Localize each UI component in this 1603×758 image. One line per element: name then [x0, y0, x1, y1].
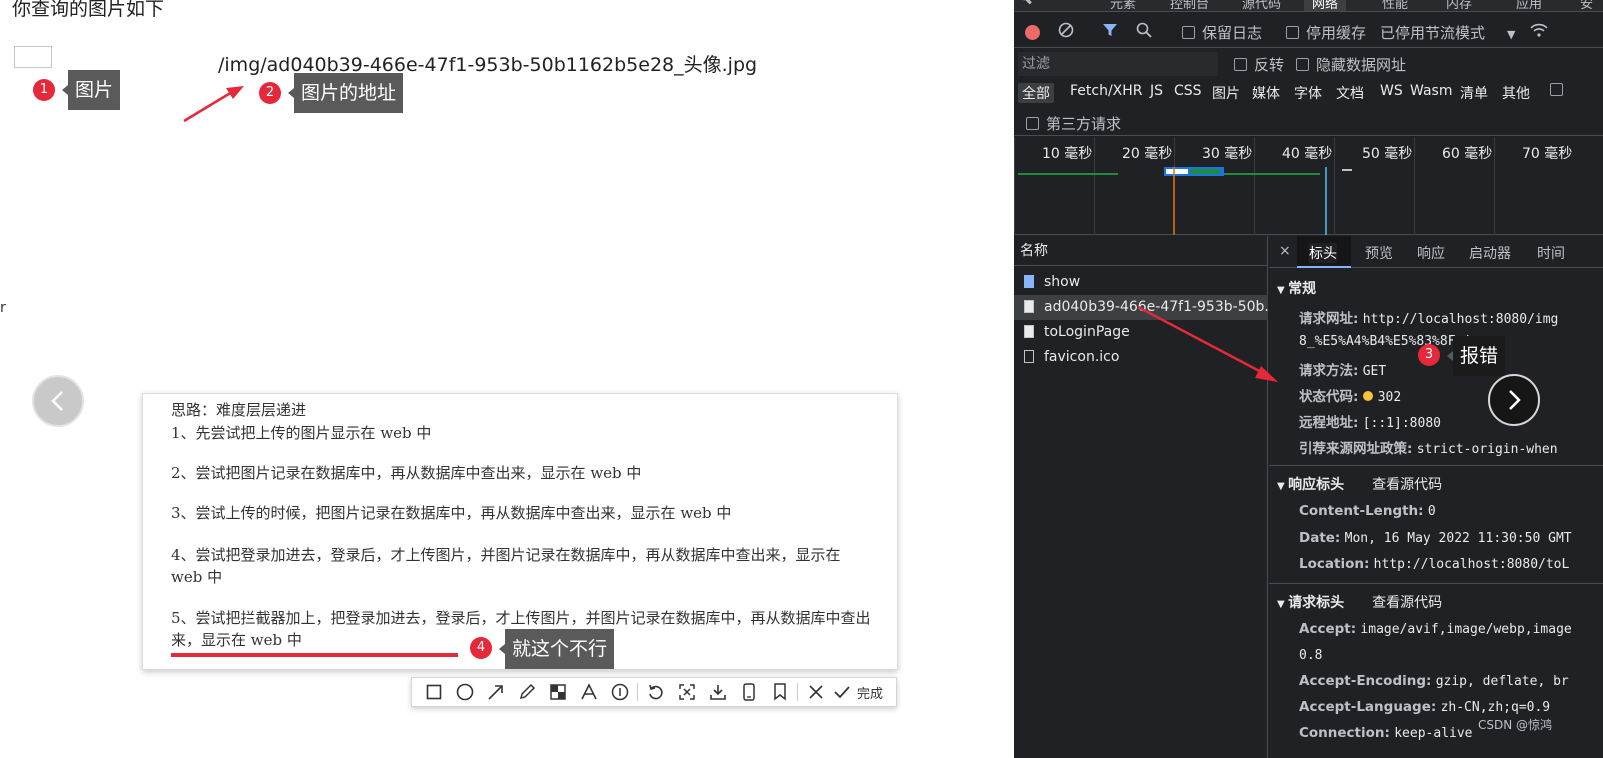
screenshot: 你查询的图片如下 /img/ad040b39-466e-47f1-953b-50…: [0, 0, 1603, 758]
arrow-to-request: [1137, 305, 1278, 382]
arrow-to-image-path: [183, 86, 244, 123]
watermark: CSDN @惊鸿: [1478, 718, 1553, 732]
annotation-arrows: [183, 86, 1278, 382]
